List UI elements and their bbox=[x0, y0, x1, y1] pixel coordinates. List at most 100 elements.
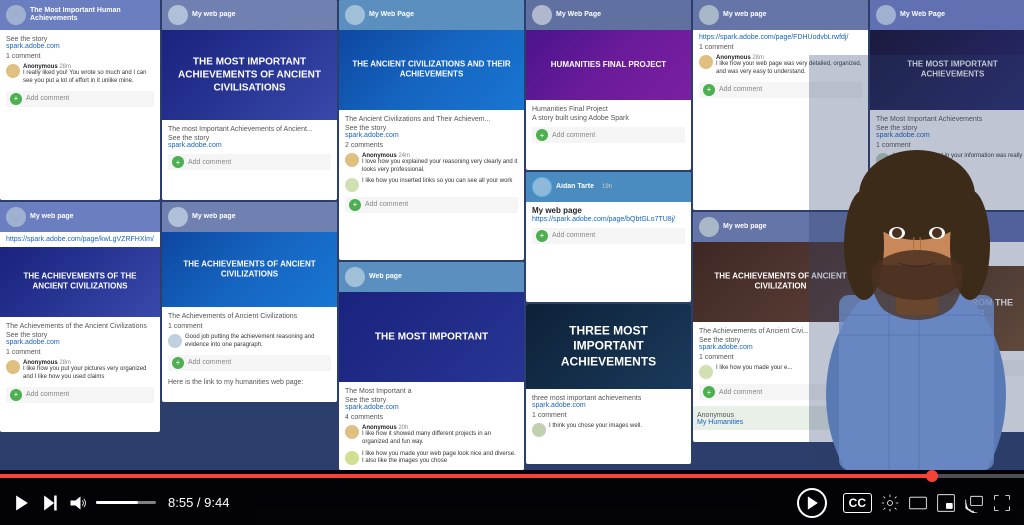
add-comment-icon: + bbox=[172, 156, 184, 168]
card-image: THE MOST IMPORTANT ACHIEVEMENTS OF ANCIE… bbox=[162, 30, 337, 120]
avatar bbox=[532, 177, 552, 197]
comment-text-2: I like how you made your web page look n… bbox=[362, 451, 518, 467]
person-overlay bbox=[809, 55, 1024, 470]
comment: Good job putting the achievement reasoni… bbox=[168, 334, 331, 350]
card-4-1: My Web Page Humanities Final Project Hum… bbox=[526, 0, 691, 170]
center-play-button[interactable] bbox=[797, 488, 827, 518]
next-button[interactable] bbox=[40, 493, 60, 513]
card-subtitle: The Ancient Civilizations and Their Achi… bbox=[345, 116, 518, 123]
card-link: https://spark.adobe.com/page/FDHUodvbLrw… bbox=[699, 34, 862, 41]
avatar bbox=[699, 217, 719, 237]
card-title: My web page bbox=[723, 223, 767, 231]
comment-text: I really liked you! You wrote so much an… bbox=[23, 70, 154, 86]
commenter-avatar bbox=[532, 423, 546, 437]
cc-button[interactable]: CC bbox=[843, 493, 872, 513]
add-comment[interactable]: + Add comment bbox=[168, 154, 331, 170]
card-img-text: The Most Important bbox=[348, 329, 515, 346]
card-subtitle: The Achievements of the Ancient Civiliza… bbox=[6, 323, 154, 330]
commenter-avatar-2 bbox=[345, 178, 359, 192]
commenter-avatar bbox=[6, 64, 20, 78]
card-3-2: Web page The Most Important The Most Imp… bbox=[339, 262, 524, 470]
card-title: My web page bbox=[192, 213, 236, 221]
card2-title: My web page bbox=[532, 206, 685, 216]
commenter-avatar bbox=[345, 425, 359, 439]
card-image: Humanities Final Project bbox=[526, 30, 691, 100]
add-comment[interactable]: + Add comment bbox=[532, 228, 685, 244]
card-column-4: My Web Page Humanities Final Project Hum… bbox=[526, 0, 691, 470]
comment: Anonymous 20h I like how it showed many … bbox=[345, 425, 518, 447]
card-link: spark.adobe.com bbox=[532, 402, 685, 409]
add-comment-icon: + bbox=[10, 93, 22, 105]
comment-text: I like how it showed many different proj… bbox=[362, 431, 518, 447]
controls-row: 8:55 / 9:44 CC bbox=[0, 480, 1024, 525]
card-img-text: three most important achievements bbox=[534, 321, 683, 372]
volume-slider[interactable] bbox=[96, 501, 156, 504]
add-comment-label: Add comment bbox=[26, 391, 69, 398]
comment-2: I like how you inserted links so you can… bbox=[345, 178, 518, 192]
card-image: The Achievements of the Ancient Civiliza… bbox=[0, 247, 160, 317]
card-title: The Most Important Human Achievements bbox=[30, 7, 154, 24]
card-2-1: My web page THE MOST IMPORTANT ACHIEVEME… bbox=[162, 0, 337, 200]
card-subtitle: The most Important Achievements of Ancie… bbox=[168, 126, 331, 133]
card-subtitle: The Most Important a bbox=[345, 388, 518, 395]
card-link: https://spark.adobe.com/page/kwLgVZRFHXl… bbox=[6, 236, 154, 243]
progress-handle[interactable] bbox=[926, 470, 938, 482]
add-comment-label: Add comment bbox=[188, 359, 231, 366]
cast-button[interactable] bbox=[964, 493, 984, 513]
add-comment-label: Add comment bbox=[552, 132, 595, 139]
miniplayer-button[interactable] bbox=[936, 493, 956, 513]
card-4-2: Aidan Tarte 19h My web page https://spar… bbox=[526, 172, 691, 302]
card-image: The Achievements of Ancient Civilization… bbox=[162, 232, 337, 307]
card-1-1: The Most Important Human Achievements Se… bbox=[0, 0, 160, 200]
avatar bbox=[6, 207, 26, 227]
theater-button[interactable] bbox=[908, 493, 928, 513]
aidan-time: 19h bbox=[602, 184, 612, 190]
card-4-3: three most important achievements three … bbox=[526, 304, 691, 464]
card-title: Aidan Tarte bbox=[556, 183, 594, 191]
volume-button[interactable] bbox=[68, 493, 88, 513]
add-comment-icon: + bbox=[349, 199, 361, 211]
card-link: spark.adobe.com bbox=[345, 404, 518, 411]
play-button[interactable] bbox=[12, 493, 32, 513]
comment-count: 1 comment bbox=[168, 323, 331, 330]
add-comment-label: Add comment bbox=[719, 86, 762, 93]
comment-count: 1 comment bbox=[6, 349, 154, 356]
comment-count: 1 comment bbox=[532, 412, 685, 419]
card-image: The Most Important bbox=[339, 292, 524, 382]
fullscreen-button[interactable] bbox=[992, 493, 1012, 513]
avatar bbox=[168, 207, 188, 227]
add-comment[interactable]: + Add comment bbox=[168, 355, 331, 371]
comment-count: 1 comment bbox=[699, 44, 862, 51]
add-comment[interactable]: + Add comment bbox=[6, 91, 154, 107]
card-see-story: See the story bbox=[168, 135, 331, 142]
card-see-story: See the story bbox=[6, 332, 154, 339]
add-comment[interactable]: + Add comment bbox=[6, 387, 154, 403]
add-comment-icon: + bbox=[703, 84, 715, 96]
card-title: My web page bbox=[192, 11, 236, 19]
add-comment-icon: + bbox=[172, 357, 184, 369]
add-comment[interactable]: + Add comment bbox=[532, 127, 685, 143]
card-img-text: Humanities Final Project bbox=[534, 58, 683, 72]
card-title: My Web Page bbox=[556, 11, 601, 19]
avatar bbox=[345, 267, 365, 287]
add-comment-label: Add comment bbox=[552, 232, 595, 239]
comment-text: I like how you made your e... bbox=[716, 365, 792, 373]
card-see-story: See the story bbox=[345, 125, 518, 132]
card-title: Web page bbox=[369, 273, 402, 281]
time-display: 8:55 / 9:44 bbox=[168, 495, 229, 510]
card-img-text: The Achievements of the Ancient Civiliza… bbox=[8, 270, 152, 295]
card-see-story: See the story bbox=[345, 397, 518, 404]
add-comment-label: Add comment bbox=[719, 389, 762, 396]
comment: Anonymous 28m I really liked you! You wr… bbox=[6, 64, 154, 86]
comment-text: I think you chose your images well. bbox=[549, 423, 642, 431]
video-player: The Most Important Human Achievements Se… bbox=[0, 0, 1024, 525]
avatar bbox=[168, 5, 188, 25]
comment-text: I love how you explained your reasoning … bbox=[362, 159, 518, 175]
add-comment[interactable]: + Add comment bbox=[345, 197, 518, 213]
card-img-text: The Ancient Civilizations and Their Achi… bbox=[348, 58, 515, 83]
settings-button[interactable] bbox=[880, 493, 900, 513]
progress-bar[interactable] bbox=[0, 474, 1024, 478]
comment-count: 2 comments bbox=[345, 142, 518, 149]
card-see-story: See the story bbox=[6, 36, 154, 43]
card-title: My Web Page bbox=[900, 11, 945, 19]
